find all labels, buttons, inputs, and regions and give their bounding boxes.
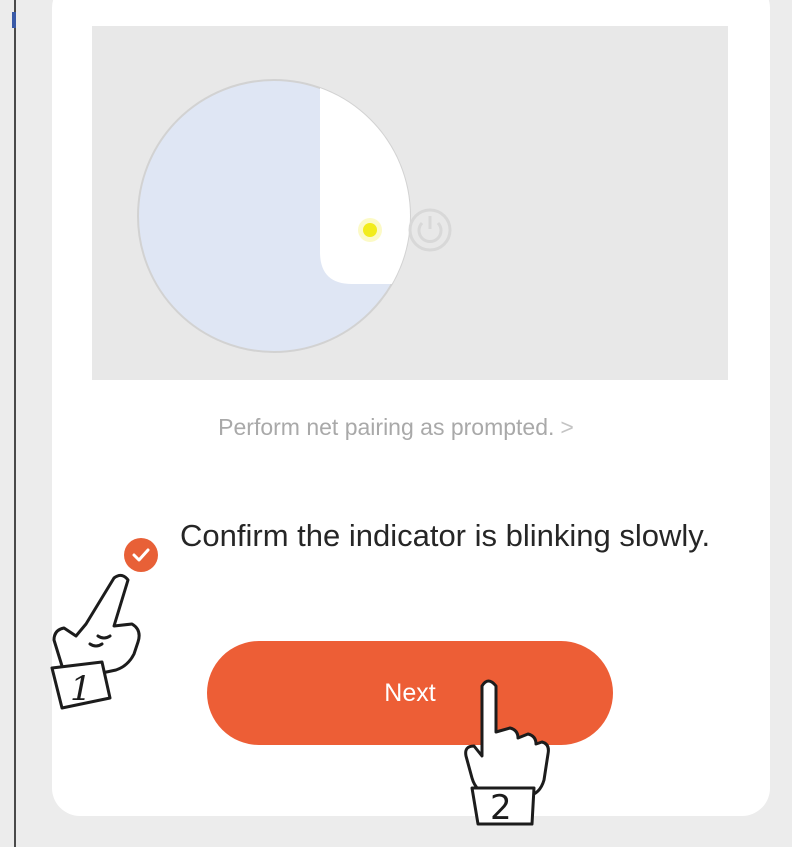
step-1-number: 1	[70, 669, 92, 709]
device-panel	[320, 80, 410, 284]
pairing-instruction-link[interactable]: Perform net pairing as prompted. >	[0, 414, 792, 441]
power-icon	[408, 208, 452, 252]
pointing-hand-icon-step-2: 2	[452, 672, 562, 837]
pointing-hand-icon-step-1: 1	[40, 566, 150, 721]
device-illustration	[92, 26, 728, 380]
indicator-glow	[358, 218, 382, 242]
step-2-number: 2	[490, 788, 512, 828]
chevron-right-icon: >	[560, 414, 574, 440]
confirm-label: Confirm the indicator is blinking slowly…	[180, 518, 711, 553]
window-edge-marker	[12, 12, 16, 28]
instruction-text: Perform net pairing as prompted.	[218, 414, 555, 440]
